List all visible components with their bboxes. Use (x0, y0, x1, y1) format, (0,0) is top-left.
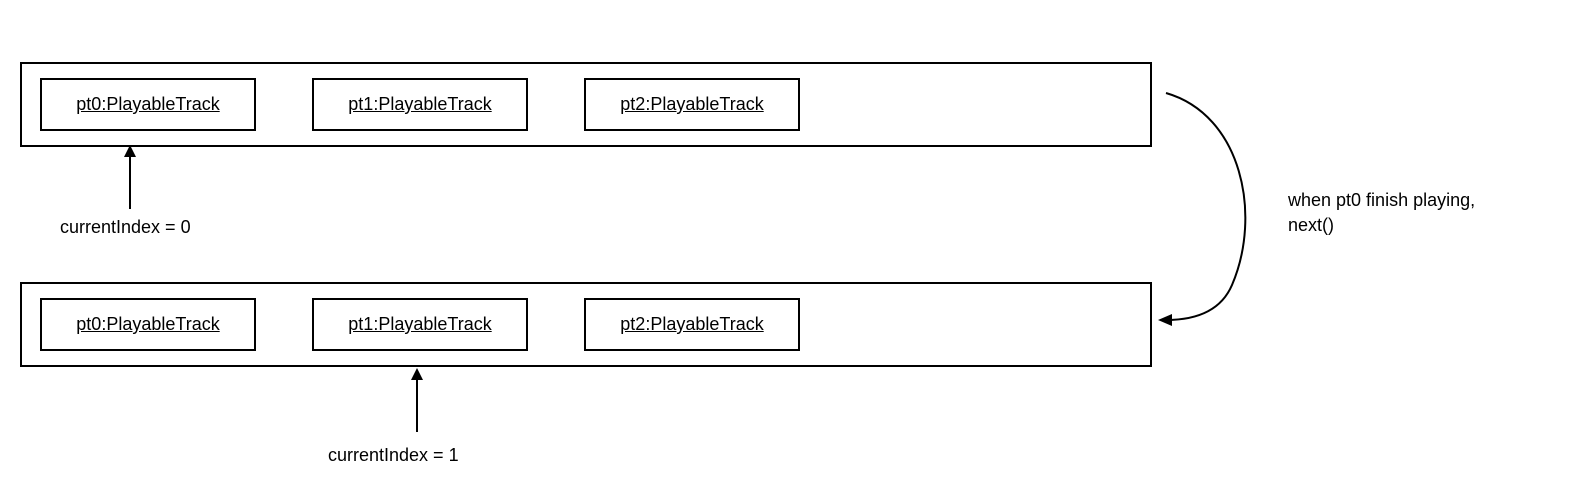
arrow-up-icon (407, 368, 427, 437)
playlist-container-top: pt0:PlayableTrack pt1:PlayableTrack pt2:… (20, 62, 1152, 147)
track-item-pt2-top: pt2:PlayableTrack (584, 78, 800, 131)
arrow-up-icon (120, 145, 140, 214)
curved-arrow-icon (1152, 85, 1272, 350)
track-item-pt1-bottom: pt1:PlayableTrack (312, 298, 528, 351)
transition-note: when pt0 finish playing, next() (1288, 188, 1475, 238)
current-index-label-bottom: currentIndex = 1 (328, 445, 459, 466)
current-index-label-top: currentIndex = 0 (60, 217, 191, 238)
track-item-pt1-top: pt1:PlayableTrack (312, 78, 528, 131)
track-item-pt2-bottom: pt2:PlayableTrack (584, 298, 800, 351)
track-item-pt0-bottom: pt0:PlayableTrack (40, 298, 256, 351)
track-item-pt0-top: pt0:PlayableTrack (40, 78, 256, 131)
transition-note-line2: next() (1288, 213, 1475, 238)
playlist-container-bottom: pt0:PlayableTrack pt1:PlayableTrack pt2:… (20, 282, 1152, 367)
transition-note-line1: when pt0 finish playing, (1288, 188, 1475, 213)
